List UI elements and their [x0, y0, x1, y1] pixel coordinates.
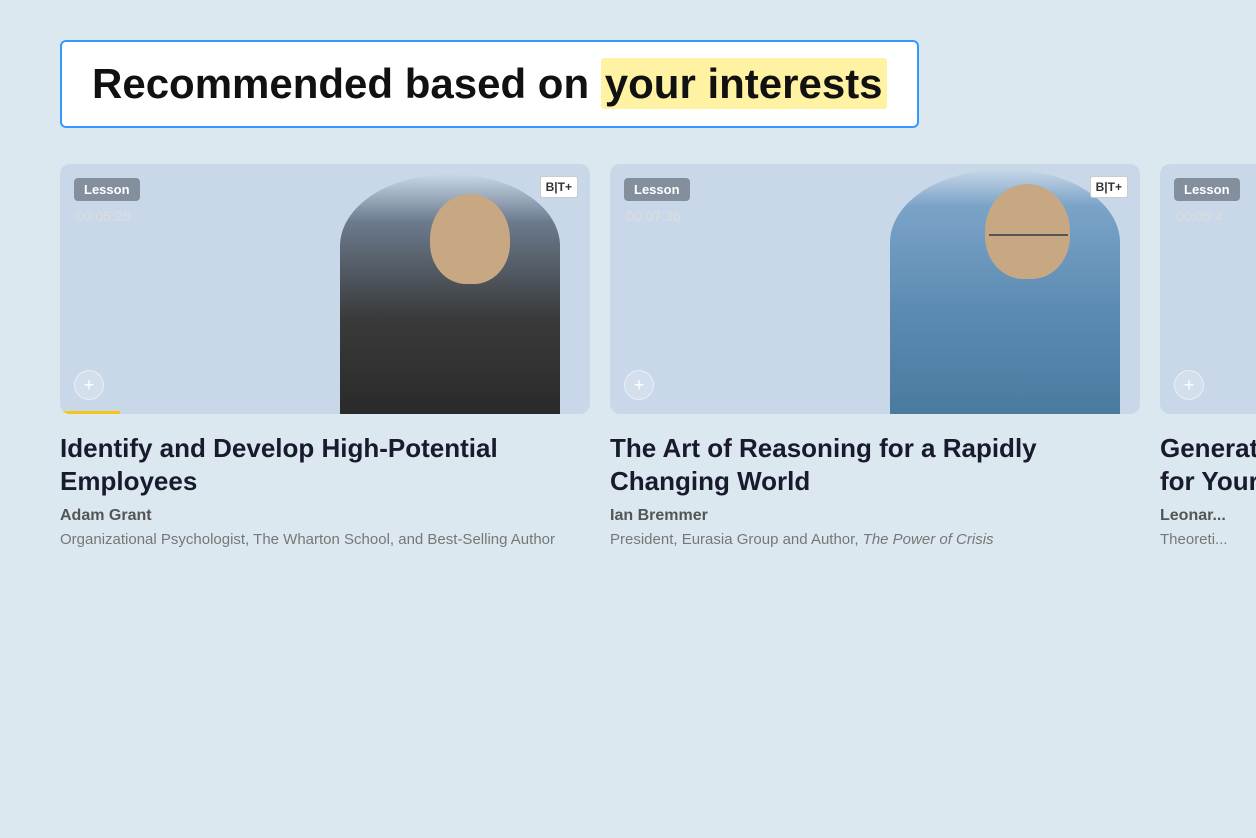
card-1-badge: Lesson — [74, 178, 140, 201]
card-3-description: Theoreti... — [1160, 529, 1256, 550]
heading-box: Recommended based on your interests — [60, 40, 919, 128]
card-3-badge: Lesson — [1174, 178, 1240, 201]
glasses-decoration — [989, 222, 1068, 236]
card-2-book-title: The Power of Crisis — [863, 531, 994, 548]
card-2-badge: Lesson — [624, 178, 690, 201]
card-1-add-button[interactable]: + — [74, 370, 104, 400]
card-2: Lesson B|T+ 00:07:36 + The Art of Reason… — [610, 164, 1140, 550]
card-1-progress — [60, 411, 120, 414]
page-heading: Recommended based on your interests — [92, 60, 887, 108]
card-1-thumbnail: Lesson B|T+ 00:05:28 + — [60, 164, 590, 414]
page-container: Recommended based on your interests Less… — [0, 0, 1256, 590]
card-1-description: Organizational Psychologist, The Wharton… — [60, 529, 590, 550]
card-3-time: 00:05:4 — [1176, 208, 1223, 224]
card-2-author: Ian Bremmer — [610, 507, 1140, 525]
card-3-thumbnail: Lesson B|T+ 00:05:4 + — [1160, 164, 1256, 414]
person-head-1 — [430, 194, 510, 284]
card-2-thumbnail: Lesson B|T+ 00:07:36 + — [610, 164, 1140, 414]
heading-prefix: Recommended based on — [92, 60, 601, 107]
card-2-logo: B|T+ — [1090, 176, 1128, 198]
card-1-author: Adam Grant — [60, 507, 590, 525]
heading-highlight: your interests — [601, 58, 887, 109]
card-3: Lesson B|T+ 00:05:4 + Gene­rate Ideas fo… — [1160, 164, 1256, 550]
card-3-title: Gene­rate Ideas for Your Filter — [1160, 432, 1256, 497]
card-2-description: President, Eurasia Group and Author, The… — [610, 529, 1140, 550]
card-3-add-button[interactable]: + — [1174, 370, 1204, 400]
card-1-title: Identify and Develop High-Potential Empl… — [60, 432, 590, 497]
card-2-time: 00:07:36 — [626, 208, 681, 224]
card-2-add-button[interactable]: + — [624, 370, 654, 400]
card-2-title: The Art of Reasoning for a Rapidly Chang… — [610, 432, 1140, 497]
cards-row: Lesson B|T+ 00:05:28 + Identify and Deve… — [60, 164, 1196, 550]
card-1-time: 00:05:28 — [76, 208, 131, 224]
card-1: Lesson B|T+ 00:05:28 + Identify and Deve… — [60, 164, 590, 550]
card-3-author: Leonar... — [1160, 507, 1256, 525]
card-1-logo: B|T+ — [540, 176, 578, 198]
